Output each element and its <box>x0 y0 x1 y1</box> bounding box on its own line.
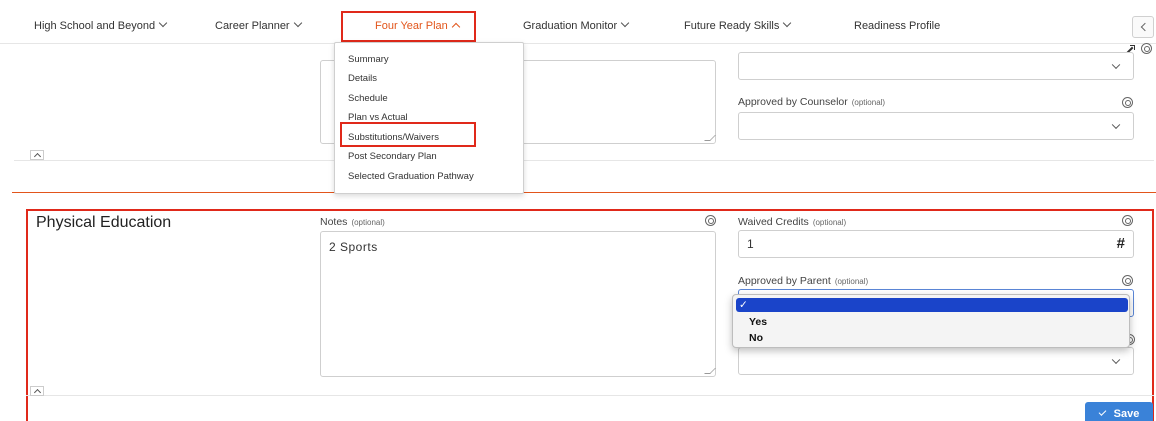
substitutions-waivers-highlight <box>340 122 476 147</box>
check-icon <box>1098 408 1107 416</box>
option-yes[interactable]: Yes <box>736 315 1128 329</box>
section-title: Physical Education <box>36 214 172 231</box>
optional-tag: (optional) <box>834 277 869 286</box>
nav-readiness-profile[interactable]: Readiness Profile <box>854 8 940 44</box>
save-label: Save <box>1113 408 1140 420</box>
divider <box>14 160 1154 161</box>
gear-icon[interactable] <box>1122 97 1133 108</box>
approved-by-parent-label: Approved by Parent (optional) <box>738 275 868 287</box>
label-text: Waived Credits <box>738 216 809 228</box>
notes-label: Notes (optional) <box>320 216 385 228</box>
check-icon: ✓ <box>739 299 748 311</box>
resize-handle-icon[interactable] <box>704 368 716 374</box>
chevron-down-icon <box>1111 60 1121 70</box>
number-icon: # <box>1116 235 1125 252</box>
collapse-section-button[interactable] <box>30 150 44 160</box>
notes-value: 2 Sports <box>329 240 378 254</box>
approved-by-counselor-label: Approved by Counselor (optional) <box>738 96 885 108</box>
collapse-section-button[interactable] <box>30 386 44 396</box>
optional-tag: (optional) <box>351 218 385 227</box>
label-text: Approved by Parent <box>738 275 831 287</box>
waived-credits-label: Waived Credits (optional) <box>738 216 846 228</box>
gear-icon[interactable] <box>1122 215 1133 226</box>
label-text: Approved by Counselor <box>738 96 848 108</box>
nav-graduation-monitor[interactable]: Graduation Monitor <box>523 8 630 44</box>
menu-item-summary[interactable]: Summary <box>348 54 389 65</box>
four-year-plan-menu: Summary Details Schedule Plan vs Actual … <box>334 42 524 194</box>
nav-label: High School and Beyond <box>34 20 156 32</box>
menu-item-post-secondary-plan[interactable]: Post Secondary Plan <box>348 151 437 162</box>
nav-label: Graduation Monitor <box>523 20 618 32</box>
label-text: Notes <box>320 216 348 228</box>
option-label: No <box>749 332 763 344</box>
nav-high-school-and-beyond[interactable]: High School and Beyond <box>34 8 168 44</box>
option-no[interactable]: No <box>736 331 1128 345</box>
option-label: Yes <box>749 316 768 328</box>
approved-by-counselor-select[interactable] <box>738 347 1134 375</box>
nav-career-planner[interactable]: Career Planner <box>215 8 302 44</box>
menu-item-selected-graduation-pathway[interactable]: Selected Graduation Pathway <box>348 171 474 182</box>
chevron-down-icon <box>783 18 792 28</box>
chevron-down-icon <box>158 18 168 28</box>
resize-handle-icon[interactable] <box>704 135 716 141</box>
gear-icon[interactable] <box>1122 275 1133 286</box>
nav-collapse-button[interactable] <box>1132 16 1154 38</box>
chevron-down-icon <box>1111 120 1121 130</box>
gear-icon[interactable] <box>1141 43 1152 54</box>
waived-credits-input[interactable]: 1 # <box>738 230 1134 258</box>
divider <box>26 395 1154 396</box>
save-button[interactable]: Save <box>1085 402 1153 421</box>
notes-textarea[interactable]: 2 Sports <box>320 231 716 377</box>
optional-tag: (optional) <box>812 218 847 227</box>
menu-item-details[interactable]: Details <box>348 73 377 84</box>
option-blank[interactable]: ✓ <box>736 298 1128 312</box>
chevron-down-icon <box>1111 355 1121 365</box>
upper-select[interactable] <box>738 52 1134 80</box>
nav-label: Readiness Profile <box>854 20 941 32</box>
nav-future-ready-skills[interactable]: Future Ready Skills <box>684 8 792 44</box>
nav-label: Future Ready Skills <box>684 20 780 32</box>
optional-tag: (optional) <box>851 98 886 107</box>
four-year-plan-highlight <box>341 11 476 42</box>
gear-icon[interactable] <box>705 215 716 226</box>
nav-label: Career Planner <box>215 20 290 32</box>
chevron-down-icon <box>293 18 302 28</box>
approved-by-counselor-select[interactable] <box>738 112 1134 140</box>
waived-credits-value: 1 <box>747 237 754 251</box>
chevron-down-icon <box>620 18 630 28</box>
section-divider <box>12 192 1156 193</box>
approved-by-parent-options: ✓ Yes No <box>732 294 1130 348</box>
menu-item-schedule[interactable]: Schedule <box>348 93 388 104</box>
